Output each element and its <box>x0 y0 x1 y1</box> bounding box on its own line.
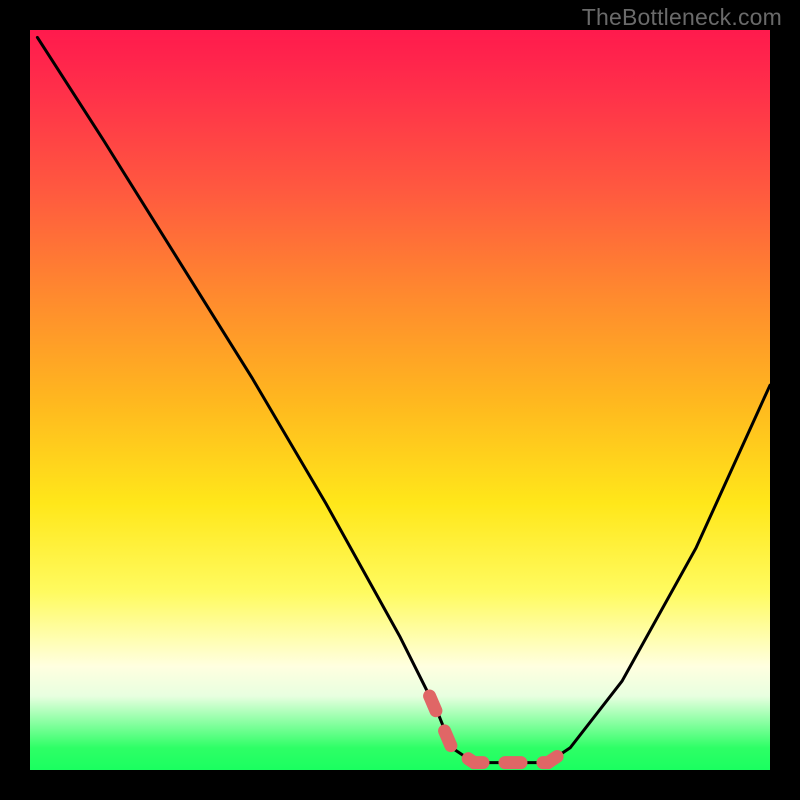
watermark-text: TheBottleneck.com <box>582 4 782 31</box>
trough-highlight <box>430 696 571 763</box>
bottleneck-curve <box>37 37 770 762</box>
curve-svg <box>30 30 770 770</box>
chart-frame: TheBottleneck.com <box>0 0 800 800</box>
